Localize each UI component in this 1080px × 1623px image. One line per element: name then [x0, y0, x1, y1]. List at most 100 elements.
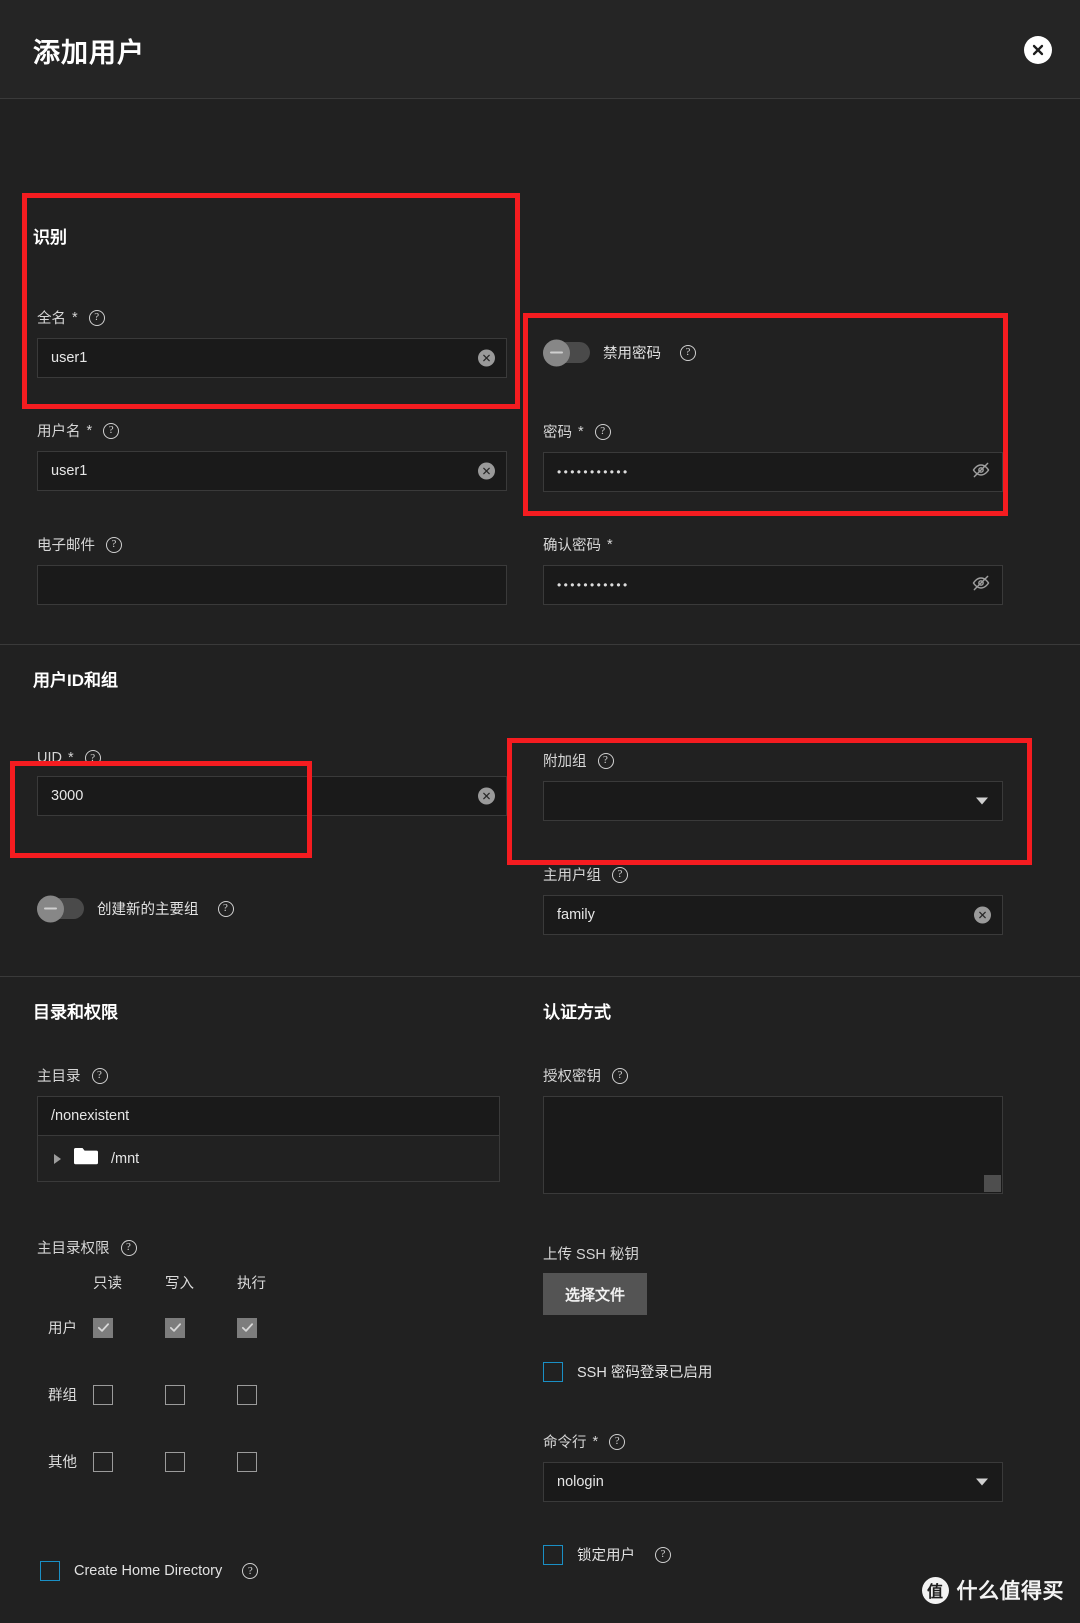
help-icon[interactable]: ? [217, 900, 234, 917]
username-value: user1 [51, 463, 88, 479]
divider [0, 976, 1080, 977]
upload-ssh-key-label-text: 上传 SSH 秘钥 [543, 1247, 639, 1263]
password-field[interactable]: ••••••••••• [543, 452, 1003, 492]
uid-input[interactable]: 3000 [37, 776, 507, 816]
add-user-dialog: 添加用户 识别 全名 * ? user1 用户名 * ? user1 电子邮件 … [0, 0, 1080, 1623]
permissions-column-read: 只读 [93, 1276, 122, 1292]
authorized-keys-textarea[interactable] [543, 1096, 1003, 1194]
password-label: 密码 * ? [543, 421, 1003, 442]
home-directory-label-text: 主目录 [37, 1069, 81, 1085]
directory-tree-node[interactable]: /mnt [37, 1136, 500, 1182]
help-icon[interactable]: ? [594, 423, 611, 440]
help-icon[interactable]: ? [88, 309, 105, 326]
help-icon[interactable]: ? [242, 1563, 259, 1579]
disable-password-label: 禁用密码 [603, 346, 661, 362]
permission-other-read-checkbox[interactable] [93, 1451, 113, 1472]
password-required: * [578, 423, 584, 440]
shell-label: 命令行 * ? [543, 1431, 1003, 1452]
dialog-header: 添加用户 [0, 0, 1080, 99]
email-label: 电子邮件 ? [37, 534, 507, 555]
eye-off-icon[interactable] [971, 460, 991, 484]
email-label-text: 电子邮件 [37, 538, 95, 554]
page-title: 添加用户 [33, 38, 145, 68]
uid-value: 3000 [51, 788, 84, 804]
help-icon[interactable]: ? [597, 752, 614, 769]
help-icon[interactable]: ? [612, 1067, 628, 1084]
primary-group-label-text: 主用户组 [543, 868, 601, 884]
ssh-password-login-checkbox[interactable] [543, 1361, 563, 1382]
confirm-password-label: 确认密码 * [543, 534, 1003, 555]
permission-user-execute-checkbox [237, 1317, 257, 1338]
chevron-right-icon[interactable] [54, 1153, 61, 1164]
clear-icon[interactable] [478, 349, 495, 367]
home-permissions-label: 主目录权限 ? [37, 1237, 500, 1258]
authorized-keys-label-text: 授权密钥 [543, 1069, 601, 1085]
uid-required: * [67, 750, 74, 766]
help-icon[interactable]: ? [612, 866, 628, 883]
username-required: * [86, 422, 93, 439]
full-name-label-text: 全名 [37, 311, 66, 327]
primary-group-label: 主用户组 ? [543, 864, 1003, 885]
help-icon[interactable]: ? [91, 1067, 108, 1084]
upload-ssh-key-label: 上传 SSH 秘钥 [543, 1243, 1003, 1264]
toggle-knob [37, 895, 64, 922]
chevron-down-icon[interactable] [976, 797, 988, 805]
lock-user-checkbox[interactable] [543, 1544, 563, 1565]
primary-group-value: family [557, 907, 595, 923]
full-name-input[interactable]: user1 [37, 338, 507, 378]
aux-groups-select[interactable] [543, 781, 1003, 821]
create-primary-group-toggle[interactable] [37, 895, 84, 922]
help-icon[interactable]: ? [103, 422, 120, 439]
clear-icon[interactable] [478, 787, 495, 805]
create-primary-group-row: 创建新的主要组 ? [37, 895, 507, 922]
confirm-password-value: ••••••••••• [557, 578, 630, 592]
permission-other-write-checkbox[interactable] [165, 1451, 185, 1472]
authorized-keys-label: 授权密钥 ? [543, 1065, 1003, 1086]
help-icon[interactable]: ? [609, 1433, 626, 1450]
resize-handle[interactable] [984, 1175, 1001, 1192]
help-icon[interactable]: ? [84, 750, 101, 766]
disable-password-toggle[interactable] [543, 339, 590, 366]
permission-user-write-checkbox [165, 1317, 185, 1338]
confirm-password-field[interactable]: ••••••••••• [543, 565, 1003, 605]
watermark: 值 什么值得买 [921, 1575, 1065, 1605]
eye-off-icon[interactable] [971, 573, 991, 597]
close-icon[interactable] [1024, 36, 1052, 64]
clear-icon[interactable] [478, 462, 495, 480]
password-value: ••••••••••• [557, 465, 630, 479]
shell-required: * [592, 1433, 599, 1450]
section-title-auth: 认证方式 [543, 1003, 611, 1022]
permission-group-read-checkbox[interactable] [93, 1384, 113, 1405]
create-home-directory-checkbox[interactable] [40, 1561, 60, 1581]
shell-value: nologin [557, 1474, 604, 1490]
help-icon[interactable]: ? [106, 536, 122, 553]
ssh-password-login-label: SSH 密码登录已启用 [577, 1365, 713, 1381]
ssh-password-login-row: SSH 密码登录已启用 [543, 1361, 1003, 1382]
clear-icon[interactable] [974, 906, 991, 924]
primary-group-input[interactable]: family [543, 895, 1003, 935]
email-field[interactable] [37, 565, 507, 605]
disable-password-row: 禁用密码 ? [543, 339, 1003, 366]
username-label-text: 用户名 [37, 424, 81, 440]
username-input[interactable]: user1 [37, 451, 507, 491]
permission-other-execute-checkbox[interactable] [237, 1451, 257, 1472]
confirm-password-label-text: 确认密码 [543, 538, 601, 554]
choose-file-button[interactable]: 选择文件 [543, 1273, 648, 1315]
chevron-down-icon[interactable] [976, 1478, 988, 1486]
folder-icon [73, 1146, 99, 1171]
section-title-identification: 识别 [33, 228, 67, 247]
uid-label-text: UID [37, 750, 62, 766]
help-icon[interactable]: ? [680, 344, 696, 361]
help-icon[interactable]: ? [120, 1239, 137, 1256]
username-label: 用户名 * ? [37, 420, 507, 441]
aux-groups-label: 附加组 ? [543, 750, 1003, 771]
watermark-badge-icon: 值 [921, 1576, 949, 1604]
directory-tree-node-label: /mnt [111, 1150, 140, 1167]
permission-group-execute-checkbox[interactable] [237, 1384, 257, 1405]
lock-user-label: 锁定用户 [577, 1548, 635, 1564]
shell-select[interactable]: nologin [543, 1462, 1003, 1502]
permission-user-read-checkbox [93, 1317, 113, 1338]
permission-group-write-checkbox[interactable] [165, 1384, 185, 1405]
home-directory-input[interactable]: /nonexistent [37, 1096, 500, 1136]
help-icon[interactable]: ? [655, 1546, 671, 1563]
